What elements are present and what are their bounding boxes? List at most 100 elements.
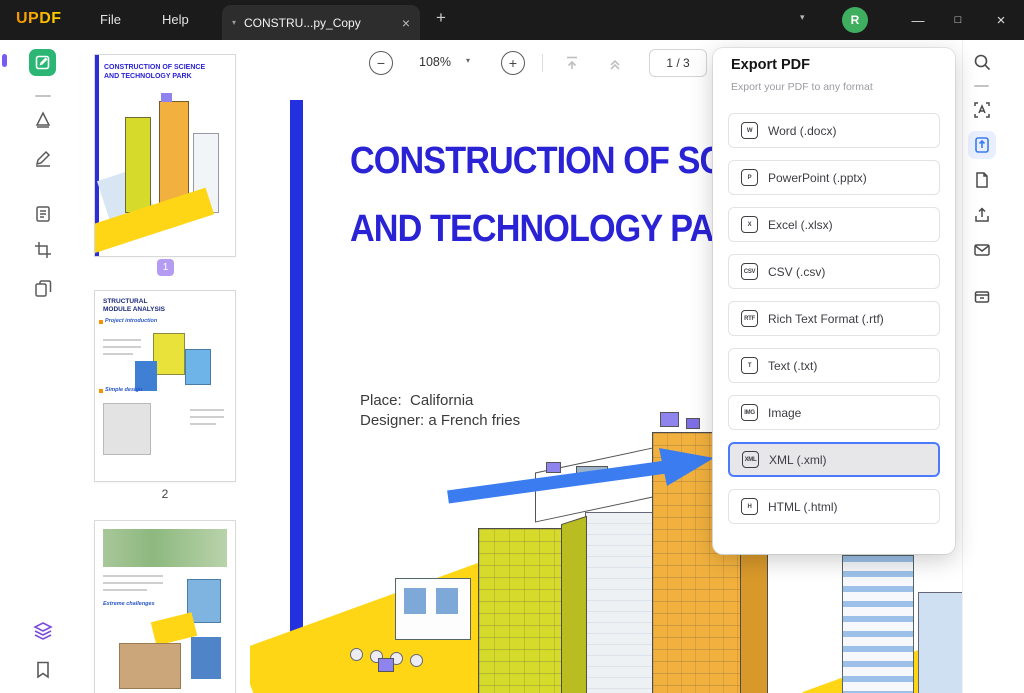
- format-xml-button[interactable]: XML XML (.xml): [728, 442, 940, 477]
- format-label: Excel (.xlsx): [768, 218, 833, 232]
- thumb1-title: CONSTRUCTION OF SCIENCE AND TECHNOLOGY P…: [104, 63, 208, 81]
- zoom-level[interactable]: 108%: [410, 55, 460, 69]
- window-close-button[interactable]: ×: [978, 0, 1024, 40]
- left-tool-rail: [0, 40, 86, 693]
- avatar[interactable]: R: [842, 7, 868, 33]
- bullet-dot: [99, 320, 103, 324]
- document-tab[interactable]: ▾ CONSTRU...py_Copy ×: [222, 5, 420, 40]
- search-icon[interactable]: [972, 52, 992, 72]
- right-tool-rail: [962, 40, 1024, 693]
- maximize-button[interactable]: □: [938, 0, 978, 40]
- annotation-arrow[interactable]: [440, 445, 725, 509]
- thumb-text-line: [190, 423, 216, 425]
- window-shape: [404, 588, 426, 614]
- tab-title: CONSTRU...py_Copy: [244, 16, 394, 30]
- export-panel-subtitle: Export your PDF to any format: [731, 81, 873, 93]
- thumbnail-1-badge: 1: [157, 259, 174, 276]
- format-list: W Word (.docx) P PowerPoint (.pptx) X Ex…: [728, 113, 940, 536]
- xml-icon: XML: [742, 451, 759, 468]
- thumbnail-page-2[interactable]: STRUCTURAL MODULE ANALYSIS Project intro…: [95, 291, 235, 481]
- cube-shape: [660, 412, 679, 427]
- tab-close-icon[interactable]: ×: [402, 15, 410, 31]
- thumbnail-page-3[interactable]: Extreme challenges: [95, 521, 235, 693]
- csv-icon: CSV: [741, 263, 758, 280]
- cube-shape: [378, 658, 394, 672]
- thumbnail-2-label: 2: [95, 487, 235, 501]
- zoom-in-button[interactable]: +: [501, 51, 525, 75]
- panel-indicator-dot: [2, 54, 7, 67]
- building-shape: [842, 555, 914, 693]
- format-excel-button[interactable]: X Excel (.xlsx): [728, 207, 940, 242]
- thumb2-bullet-2: Simple design: [105, 387, 142, 393]
- format-label: XML (.xml): [769, 453, 827, 467]
- thumb-text-line: [190, 409, 224, 411]
- bookmark-icon[interactable]: [31, 658, 55, 682]
- cube-shape: [686, 418, 700, 429]
- organize-pages-tool-icon[interactable]: [31, 277, 55, 301]
- scroll-top-icon[interactable]: [605, 53, 625, 73]
- doc-designer: Designer: a French fries: [360, 412, 520, 429]
- format-label: Rich Text Format (.rtf): [768, 312, 884, 326]
- thumb2-bullet-1: Project introduction: [105, 318, 157, 324]
- updf-logo: UPDF: [16, 10, 62, 28]
- building-side-shape: [561, 516, 587, 693]
- page-design-bar: [290, 100, 303, 693]
- export-pdf-panel: Export PDF Export your PDF to any format…: [713, 48, 955, 554]
- page-edit-tool-icon[interactable]: [31, 202, 55, 226]
- building-shape: [918, 592, 962, 693]
- archive-box-icon[interactable]: [972, 286, 992, 306]
- document-icon[interactable]: [972, 170, 992, 190]
- excel-icon: X: [741, 216, 758, 233]
- thumb-text-line: [190, 416, 224, 418]
- tank-shape: [350, 648, 363, 661]
- building-shape: [478, 528, 562, 693]
- collapse-toolbar-icon[interactable]: [562, 53, 582, 73]
- html-icon: H: [741, 498, 758, 515]
- tab-dropdown-icon[interactable]: ▾: [232, 18, 236, 27]
- thumbnail-panel: CONSTRUCTION OF SCIENCE AND TECHNOLOGY P…: [86, 40, 250, 693]
- doc-place: Place: California: [360, 392, 473, 409]
- image-icon: IMG: [741, 404, 758, 421]
- format-label: CSV (.csv): [768, 265, 825, 279]
- page-indicator[interactable]: 1 / 3: [649, 49, 707, 77]
- thumb-photo: [119, 643, 181, 689]
- tank-shape: [410, 654, 423, 667]
- zoom-caret-icon[interactable]: ▾: [466, 56, 470, 65]
- thumb-text-line: [103, 346, 141, 348]
- format-label: PowerPoint (.pptx): [768, 171, 867, 185]
- export-pdf-icon[interactable]: [968, 131, 996, 159]
- thumb2-title: STRUCTURAL MODULE ANALYSIS: [103, 298, 175, 314]
- stamp-tool-icon[interactable]: [31, 108, 55, 132]
- share-icon[interactable]: [972, 205, 992, 225]
- format-csv-button[interactable]: CSV CSV (.csv): [728, 254, 940, 289]
- menu-help[interactable]: Help: [162, 12, 189, 27]
- window-shape: [436, 588, 458, 614]
- format-label: Text (.txt): [768, 359, 817, 373]
- layers-icon[interactable]: [31, 619, 55, 643]
- menu-file[interactable]: File: [100, 12, 121, 27]
- format-label: Image: [768, 406, 801, 420]
- format-label: HTML (.html): [768, 500, 838, 514]
- minimize-button[interactable]: —: [898, 0, 938, 40]
- format-powerpoint-button[interactable]: P PowerPoint (.pptx): [728, 160, 940, 195]
- format-html-button[interactable]: H HTML (.html): [728, 489, 940, 524]
- format-word-button[interactable]: W Word (.docx): [728, 113, 940, 148]
- format-txt-button[interactable]: T Text (.txt): [728, 348, 940, 383]
- zoom-out-button[interactable]: −: [369, 51, 393, 75]
- thumbnail-page-1[interactable]: CONSTRUCTION OF SCIENCE AND TECHNOLOGY P…: [95, 55, 235, 256]
- titlebar: UPDF File Help ▾ CONSTRU...py_Copy × + ▾…: [0, 0, 1024, 40]
- account-chevron-icon[interactable]: ▾: [800, 12, 805, 23]
- ocr-icon[interactable]: [972, 100, 992, 120]
- format-image-button[interactable]: IMG Image: [728, 395, 940, 430]
- format-rtf-button[interactable]: RTF Rich Text Format (.rtf): [728, 301, 940, 336]
- new-tab-button[interactable]: +: [436, 8, 446, 28]
- crop-tool-icon[interactable]: [31, 238, 55, 262]
- mail-icon[interactable]: [972, 240, 992, 260]
- thumb3-caption: Extreme challenges: [103, 601, 155, 607]
- edit-pen-tool-icon[interactable]: [31, 146, 55, 170]
- comment-tool-icon[interactable]: [29, 49, 56, 76]
- thumb-text-line: [103, 339, 141, 341]
- rail-divider: [974, 85, 989, 87]
- thumb-text-line: [103, 575, 163, 577]
- export-panel-title: Export PDF: [731, 57, 810, 73]
